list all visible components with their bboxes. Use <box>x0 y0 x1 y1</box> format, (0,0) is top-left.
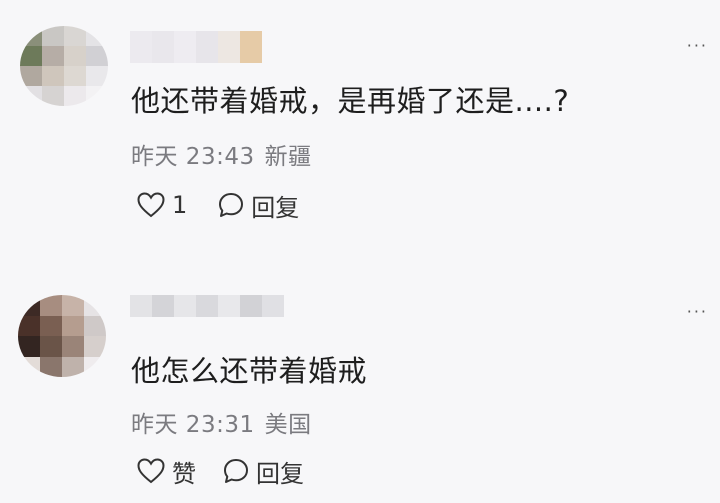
reply-button[interactable]: 回复 <box>222 454 304 489</box>
speech-bubble-icon <box>224 459 248 483</box>
mosaic-block <box>218 31 240 63</box>
avatar[interactable] <box>20 26 108 106</box>
like-count: 1 <box>172 191 188 219</box>
avatar-mosaic <box>20 26 108 106</box>
mosaic-block <box>64 46 86 66</box>
mosaic-block <box>152 295 174 317</box>
mosaic-block <box>262 295 284 317</box>
mosaic-block <box>40 336 62 357</box>
mosaic-block <box>20 46 42 66</box>
mosaic-block <box>86 26 108 46</box>
mosaic-block <box>64 86 86 106</box>
mosaic-block <box>174 31 196 63</box>
comment-text: 他还带着婚戒，是再婚了还是....? <box>131 84 570 118</box>
comment-location: 美国 <box>264 412 312 438</box>
mosaic-block <box>18 295 40 316</box>
like-label: 赞 <box>172 459 196 488</box>
mosaic-block <box>42 66 64 86</box>
mosaic-block <box>130 31 152 63</box>
mosaic-block <box>62 315 84 336</box>
mosaic-block <box>42 26 64 46</box>
mosaic-block <box>64 26 86 46</box>
mosaic-block <box>62 336 84 357</box>
mosaic-block <box>62 295 84 316</box>
mosaic-block <box>240 295 262 317</box>
comment-item: ··· 他还带着婚戒，是再婚了还是....? 昨天 23:43 新疆 1 回复 <box>0 0 720 250</box>
comment-actions: 赞 回复 <box>136 454 304 488</box>
like-button[interactable]: 赞 <box>136 454 196 489</box>
like-button[interactable]: 1 <box>136 191 187 219</box>
mosaic-block <box>64 66 86 86</box>
mosaic-block <box>84 356 106 377</box>
comment-item: ··· 他怎么还带着婚戒 昨天 23:31 美国 赞 回复 <box>0 265 720 503</box>
reply-label: 回复 <box>256 459 304 488</box>
mosaic-block <box>86 46 108 66</box>
mosaic-block <box>84 295 106 316</box>
speech-bubble-icon <box>219 193 244 217</box>
mosaic-block <box>42 46 64 66</box>
mosaic-block <box>40 356 62 377</box>
heart-icon <box>137 458 165 484</box>
comment-meta: 昨天 23:43 新疆 <box>131 137 322 171</box>
avatar-mosaic <box>18 295 106 377</box>
mosaic-block <box>20 86 42 106</box>
mosaic-block <box>218 295 240 317</box>
avatar[interactable] <box>18 295 106 377</box>
username-blurred[interactable] <box>130 31 266 63</box>
mosaic-block <box>86 86 108 106</box>
mosaic-block <box>196 31 218 63</box>
mosaic-block <box>40 315 62 336</box>
reply-label: 回复 <box>251 193 300 222</box>
more-options-button[interactable]: ··· <box>687 304 708 320</box>
mosaic-block <box>18 315 40 336</box>
comment-location: 新疆 <box>264 144 312 170</box>
mosaic-block <box>86 66 108 86</box>
comment-meta: 昨天 23:31 美国 <box>131 405 322 439</box>
comment-time: 昨天 23:43 <box>131 144 255 170</box>
mosaic-block <box>174 295 196 317</box>
comment-actions: 1 回复 <box>136 188 299 222</box>
mosaic-block <box>18 336 40 357</box>
mosaic-block <box>130 295 152 317</box>
mosaic-block <box>84 315 106 336</box>
username-blurred[interactable] <box>130 295 284 317</box>
mosaic-block <box>62 356 84 377</box>
mosaic-block <box>152 31 174 63</box>
mosaic-block <box>196 295 218 317</box>
heart-icon <box>137 192 165 218</box>
mosaic-block <box>84 336 106 357</box>
more-options-button[interactable]: ··· <box>687 38 708 54</box>
reply-button[interactable]: 回复 <box>217 188 299 223</box>
comment-text: 他怎么还带着婚戒 <box>131 354 368 388</box>
mosaic-block <box>40 295 62 316</box>
mosaic-block <box>20 66 42 86</box>
mosaic-block <box>18 356 40 377</box>
mosaic-block <box>240 31 262 63</box>
mosaic-block <box>20 26 42 46</box>
comment-time: 昨天 23:31 <box>131 412 255 438</box>
mosaic-block <box>42 86 64 106</box>
